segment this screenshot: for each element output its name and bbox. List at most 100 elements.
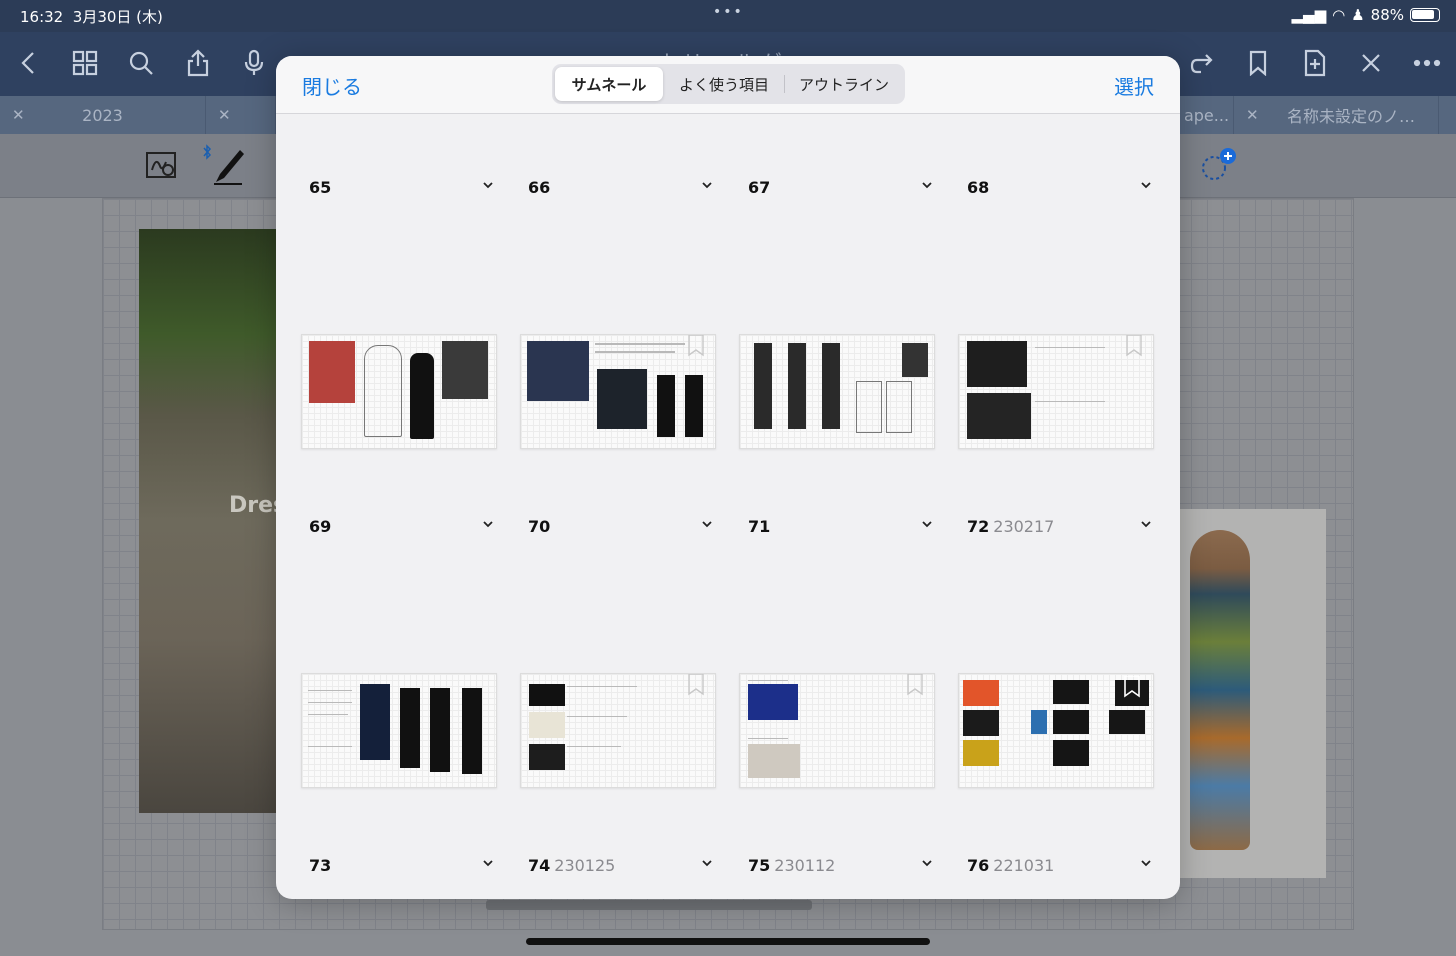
handwriting-line [308, 714, 348, 715]
bookmark-icon[interactable] [906, 674, 924, 696]
fabric-swatch [748, 684, 798, 720]
pen-icon[interactable] [210, 146, 246, 185]
page-label-72[interactable]: 72 230217 [967, 517, 1163, 539]
dress-sketch [364, 345, 402, 437]
page-label-66[interactable]: 66 [528, 178, 724, 200]
page-thumbnail-76[interactable] [958, 673, 1154, 788]
tab-2023[interactable]: ✕ 2023 [0, 96, 206, 134]
fabric-swatch [1031, 710, 1047, 734]
more-icon[interactable] [1410, 46, 1444, 80]
bookmark-icon[interactable] [687, 335, 705, 357]
page-label-68[interactable]: 68 [967, 178, 1163, 200]
battery-icon [1410, 8, 1440, 22]
street-photo [139, 229, 276, 813]
chevron-down-icon[interactable] [700, 178, 714, 192]
page-label-70[interactable]: 70 [528, 517, 724, 539]
dress-photo [400, 688, 420, 768]
search-icon[interactable] [124, 46, 158, 80]
fabric-swatch [967, 341, 1027, 387]
close-tab-icon[interactable]: ✕ [218, 106, 231, 124]
page-thumbnail-71[interactable] [739, 334, 935, 449]
model-figure [1190, 530, 1250, 850]
chevron-down-icon[interactable] [920, 517, 934, 531]
chevron-down-icon[interactable] [1139, 856, 1153, 870]
status-time: 16:32 3月30日 (木) [20, 8, 163, 26]
thumbnail-image [902, 343, 928, 377]
fabric-swatch [1053, 740, 1089, 766]
fabric-swatch [967, 393, 1031, 439]
tab-2[interactable]: ✕ [206, 96, 276, 134]
fabric-swatch [529, 684, 565, 706]
multitask-dots-icon[interactable]: ••• [713, 4, 744, 20]
note-line [748, 738, 788, 739]
tab-thumbnails[interactable]: サムネール [555, 67, 663, 101]
page-thumbnail-74[interactable] [520, 673, 716, 788]
chevron-down-icon[interactable] [700, 856, 714, 870]
thumbnail-image [597, 369, 647, 429]
lasso-add-icon[interactable] [1198, 148, 1236, 184]
page-label-67[interactable]: 67 [748, 178, 944, 200]
fabric-swatch [1053, 680, 1089, 704]
handwriting-line [308, 702, 352, 703]
tab-outline[interactable]: アウトライン [786, 67, 902, 101]
horizontal-scrollbar[interactable] [486, 900, 812, 910]
page-label-69[interactable]: 69 [309, 517, 505, 539]
redo-icon[interactable] [1185, 46, 1219, 80]
share-icon[interactable] [181, 46, 215, 80]
page-thumbnail-75[interactable] [739, 673, 935, 788]
chevron-down-icon[interactable] [920, 856, 934, 870]
select-button[interactable]: 選択 [1114, 71, 1154, 100]
page-label-65[interactable]: 65 [309, 178, 505, 200]
page-thumbnail-72[interactable] [958, 334, 1154, 449]
person-icon: ♟ [1351, 6, 1365, 24]
fabric-swatch [529, 712, 565, 738]
page-label-75[interactable]: 75 230112 [748, 856, 944, 878]
dress-photo [657, 375, 675, 437]
fabric-swatch [1053, 710, 1089, 734]
page-label-74[interactable]: 74 230125 [528, 856, 724, 878]
fabric-swatch [963, 710, 999, 736]
dress-photo [822, 343, 840, 429]
note-line [567, 746, 621, 747]
view-segmented-control: サムネール よく使う項目 アウトライン [552, 64, 905, 104]
note-line [1035, 347, 1105, 348]
tab-ape[interactable]: ape... [1180, 96, 1234, 134]
bookmark-icon[interactable] [1123, 676, 1141, 698]
bookmark-icon[interactable] [687, 674, 705, 696]
chevron-down-icon[interactable] [481, 178, 495, 192]
microphone-icon[interactable] [237, 46, 271, 80]
note-line [748, 680, 788, 681]
page-thumbnail-69[interactable] [301, 334, 497, 449]
chevron-down-icon[interactable] [481, 856, 495, 870]
chevron-down-icon[interactable] [481, 517, 495, 531]
dress-photo [754, 343, 772, 429]
tab-untitled-note[interactable]: ✕ 名称未設定のノ… [1234, 96, 1439, 134]
note-line [1035, 401, 1105, 402]
chevron-down-icon[interactable] [920, 178, 934, 192]
modal-header: 閉じる サムネール よく使う項目 アウトライン 選択 [276, 56, 1180, 114]
tab-favorites[interactable]: よく使う項目 [665, 67, 783, 101]
page-label-71[interactable]: 71 [748, 517, 944, 539]
fabric-swatch [529, 744, 565, 770]
grid-icon[interactable] [68, 46, 102, 80]
chevron-down-icon[interactable] [1139, 178, 1153, 192]
lasso-zoom-icon[interactable] [144, 148, 180, 184]
add-page-icon[interactable] [1298, 46, 1332, 80]
page-label-73[interactable]: 73 [309, 856, 505, 878]
page-thumbnail-73[interactable] [301, 673, 497, 788]
thumbnail-image [309, 341, 355, 403]
close-button[interactable]: 閉じる [302, 71, 362, 100]
back-icon[interactable] [12, 46, 46, 80]
fabric-swatch [1109, 710, 1145, 734]
bookmark-icon[interactable] [1241, 46, 1275, 80]
page-label-76[interactable]: 76 221031 [967, 856, 1163, 878]
thumbnail-image [442, 341, 488, 399]
bookmark-icon[interactable] [1125, 335, 1143, 357]
chevron-down-icon[interactable] [700, 517, 714, 531]
page-thumbnail-70[interactable] [520, 334, 716, 449]
pen-off-icon[interactable] [1354, 46, 1388, 80]
note-line [567, 686, 637, 687]
handwriting-line [595, 351, 675, 353]
home-indicator[interactable] [526, 938, 930, 945]
chevron-down-icon[interactable] [1139, 517, 1153, 531]
